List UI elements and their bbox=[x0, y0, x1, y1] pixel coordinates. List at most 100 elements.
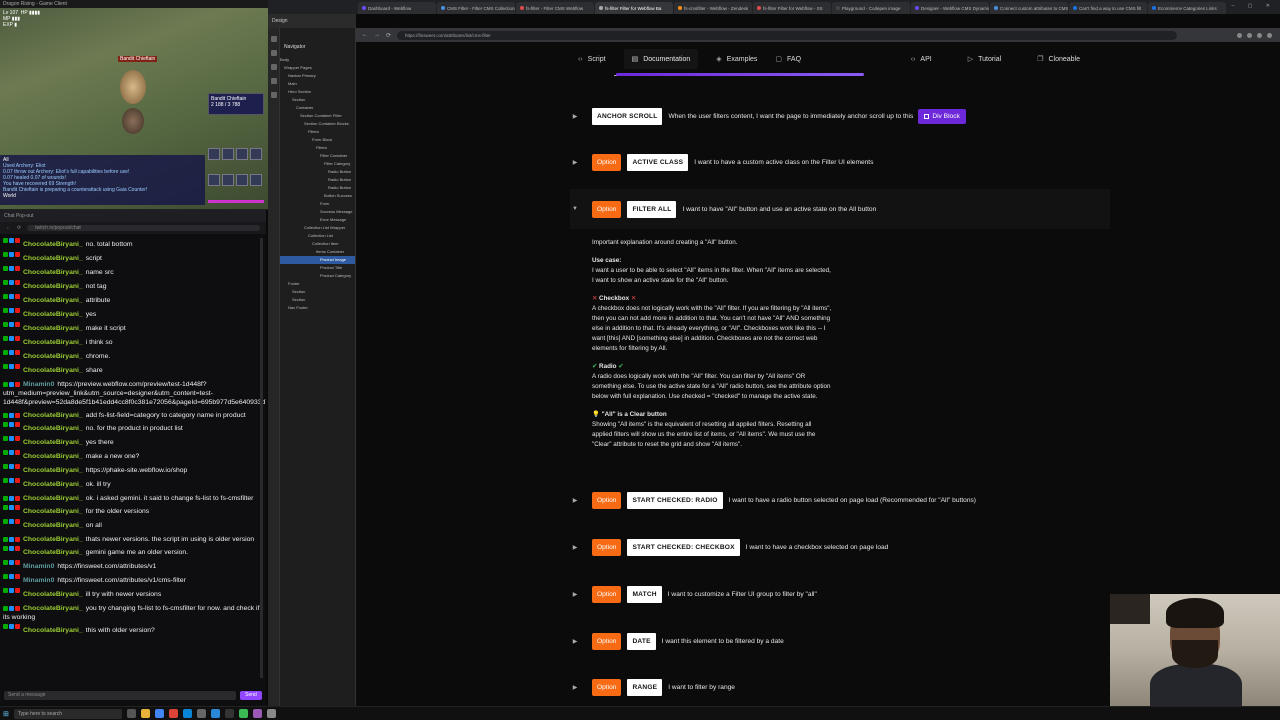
chat-input[interactable]: Send a message bbox=[4, 690, 236, 700]
chat-username[interactable]: ChocolateBiryani_ bbox=[23, 336, 83, 350]
edge-icon[interactable] bbox=[182, 709, 192, 718]
chevron-right-icon[interactable]: ▶ bbox=[570, 159, 580, 166]
navigator-tree-item[interactable]: Section bbox=[280, 96, 355, 104]
assets-icon[interactable] bbox=[270, 92, 277, 98]
navigator-icon[interactable] bbox=[270, 64, 277, 70]
chat-username[interactable]: ChocolateBiryani_ bbox=[23, 605, 83, 612]
chat-username[interactable]: ChocolateBiryani_ bbox=[23, 252, 83, 266]
nav-cloneable[interactable]: ❐ Cloneable bbox=[1037, 55, 1080, 64]
chat-send-button[interactable]: Send bbox=[240, 690, 262, 700]
back-icon[interactable]: ← bbox=[6, 225, 11, 231]
chevron-right-icon[interactable]: ▶ bbox=[570, 684, 580, 691]
browser-tab[interactable]: Designer - Webflow CMS Dynamic bbox=[911, 2, 989, 14]
extension-icon[interactable] bbox=[1237, 32, 1242, 38]
chat-username[interactable]: ChocolateBiryani_ bbox=[23, 238, 83, 252]
address-bar[interactable]: https://finsweet.com/attributes/list/cms… bbox=[397, 30, 1178, 40]
option-row-date[interactable]: ▶ Option DATE I want this element to be fil… bbox=[570, 621, 1110, 661]
chat-username[interactable]: Minamin0 bbox=[23, 574, 54, 588]
navigator-tree-item[interactable]: Section bbox=[280, 288, 355, 296]
game-chatbox[interactable]: All Used Archery: Eliot 0.07 throw out A… bbox=[0, 155, 205, 205]
chevron-right-icon[interactable]: ▶ bbox=[570, 544, 580, 551]
chat-url[interactable]: twitch.tv/popout/chat bbox=[27, 225, 260, 231]
navigator-tree-item[interactable]: Form bbox=[280, 200, 355, 208]
nav-examples[interactable]: ◈ Examples bbox=[716, 55, 757, 64]
chat-username[interactable]: ChocolateBiryani_ bbox=[23, 436, 83, 450]
navigator-tree-item[interactable]: Radio Button bbox=[280, 184, 355, 192]
chevron-right-icon[interactable]: ▶ bbox=[570, 497, 580, 504]
add-element-icon[interactable] bbox=[270, 36, 277, 42]
chat-username[interactable]: ChocolateBiryani_ bbox=[23, 588, 83, 602]
chevron-down-icon[interactable]: ▼ bbox=[570, 206, 580, 212]
navigator-tree-item[interactable]: Form Block bbox=[280, 136, 355, 144]
browser-tab[interactable]: fs-filter Filter for Webflow Ba bbox=[595, 2, 673, 14]
skill-slot[interactable] bbox=[208, 148, 220, 160]
browser-icon[interactable] bbox=[154, 709, 164, 718]
option-row-filterall[interactable]: ▼ Option FILTER ALL I want to have "All" bu… bbox=[570, 189, 1110, 229]
browser-tab[interactable]: fs-filter Filter for Webflow - SS bbox=[753, 2, 831, 14]
navigator-tree-item[interactable]: Footer bbox=[280, 280, 355, 288]
chat-username[interactable]: ChocolateBiryani_ bbox=[23, 294, 83, 308]
browser-tab[interactable]: Ecommerce Categories Links bbox=[1148, 2, 1226, 14]
chat-username[interactable]: ChocolateBiryani_ bbox=[23, 422, 83, 436]
chat-username[interactable]: ChocolateBiryani_ bbox=[23, 519, 83, 533]
skill-slot[interactable] bbox=[236, 148, 248, 160]
navigator-tree-item[interactable]: Product Image bbox=[280, 256, 355, 264]
option-row-checkbox[interactable]: ▶ Option START CHECKED: CHECKBOX I want to … bbox=[570, 527, 1110, 567]
nav-documentation[interactable]: ▤ Documentation bbox=[623, 49, 699, 69]
app-icon[interactable] bbox=[266, 709, 276, 718]
browser-tab[interactable]: fs-filter - Filter CMS Webflow bbox=[516, 2, 594, 14]
browser-tab[interactable]: CMS Filter - Filter CMS Collections bbox=[437, 2, 515, 14]
chat-username[interactable]: Minamin0 bbox=[23, 560, 54, 574]
navigator-tree-item[interactable]: Button Success bbox=[280, 192, 355, 200]
back-icon[interactable]: ← bbox=[362, 32, 368, 38]
navigator-tree-item[interactable]: Section Container Filter bbox=[280, 112, 355, 120]
option-row-range[interactable]: ▶ Option RANGE I want to filter by range bbox=[570, 667, 1110, 706]
navigator-tree-item[interactable]: Error Message bbox=[280, 216, 355, 224]
option-row-active[interactable]: ▶ Option ACTIVE CLASS I want to have a cust… bbox=[570, 142, 1110, 182]
navigator-tree-item[interactable]: Product Category bbox=[280, 272, 355, 280]
webflow-topbar[interactable]: Design bbox=[268, 14, 356, 28]
chat-username[interactable]: ChocolateBiryani_ bbox=[23, 350, 83, 364]
navigator-tree-item[interactable]: Container bbox=[280, 104, 355, 112]
nav-script[interactable]: ‹› Script bbox=[578, 56, 606, 63]
navigator-tree-item[interactable]: Section Container Blocks bbox=[280, 120, 355, 128]
chat-username[interactable]: ChocolateBiryani_ bbox=[23, 546, 83, 560]
chat-username[interactable]: ChocolateBiryani_ bbox=[23, 478, 83, 492]
reload-icon[interactable]: ⟳ bbox=[386, 32, 391, 39]
skill-slot[interactable] bbox=[222, 148, 234, 160]
skill-slot[interactable] bbox=[208, 174, 220, 186]
task-view-icon[interactable] bbox=[126, 709, 136, 718]
navigator-tree-item[interactable]: Nav Footer bbox=[280, 304, 355, 312]
navigator-tree-item[interactable]: Filter Category bbox=[280, 160, 355, 168]
skill-slot[interactable] bbox=[236, 174, 248, 186]
navigator-tree-item[interactable]: Main bbox=[280, 80, 355, 88]
browser-tab[interactable]: Can't find a way to use CMS filt bbox=[1069, 2, 1147, 14]
chevron-right-icon[interactable]: ▶ bbox=[570, 113, 580, 120]
skill-slot[interactable] bbox=[250, 174, 262, 186]
navigator-tree-item[interactable]: Filters bbox=[280, 144, 355, 152]
nav-api[interactable]: ‹› API bbox=[911, 56, 932, 63]
chat-scrollbar[interactable] bbox=[260, 238, 263, 678]
profile-icon[interactable] bbox=[1267, 32, 1272, 38]
browser-tab[interactable]: Connect custom attributes to CMS bbox=[990, 2, 1068, 14]
navigator-tree-item[interactable]: Filter Container bbox=[280, 152, 355, 160]
extension-icon[interactable] bbox=[1257, 32, 1262, 38]
app-icon[interactable] bbox=[252, 709, 262, 718]
chat-username[interactable]: ChocolateBiryani_ bbox=[23, 624, 83, 638]
chat-username[interactable]: ChocolateBiryani_ bbox=[23, 450, 83, 464]
skill-slot[interactable] bbox=[250, 148, 262, 160]
option-row-match[interactable]: ▶ Option MATCH I want to customize a Filter… bbox=[570, 574, 1110, 614]
chat-username[interactable]: ChocolateBiryani_ bbox=[23, 308, 83, 322]
chrome-icon[interactable] bbox=[168, 709, 178, 718]
navigator-tree-item[interactable]: Navbar Primary bbox=[280, 72, 355, 80]
chevron-right-icon[interactable]: ▶ bbox=[570, 638, 580, 645]
chat-username[interactable]: ChocolateBiryani_ bbox=[23, 505, 83, 519]
start-icon[interactable]: ⊞ bbox=[3, 710, 9, 718]
nav-faq[interactable]: ▢ FAQ bbox=[775, 55, 801, 64]
reload-icon[interactable]: ⟳ bbox=[17, 225, 21, 231]
app-icon[interactable] bbox=[238, 709, 248, 718]
pages-icon[interactable] bbox=[270, 50, 277, 56]
navigator-tree-item[interactable]: Collection Item bbox=[280, 240, 355, 248]
chat-username[interactable]: ChocolateBiryani_ bbox=[23, 266, 83, 280]
chat-username[interactable]: Minamin0 bbox=[23, 381, 54, 388]
